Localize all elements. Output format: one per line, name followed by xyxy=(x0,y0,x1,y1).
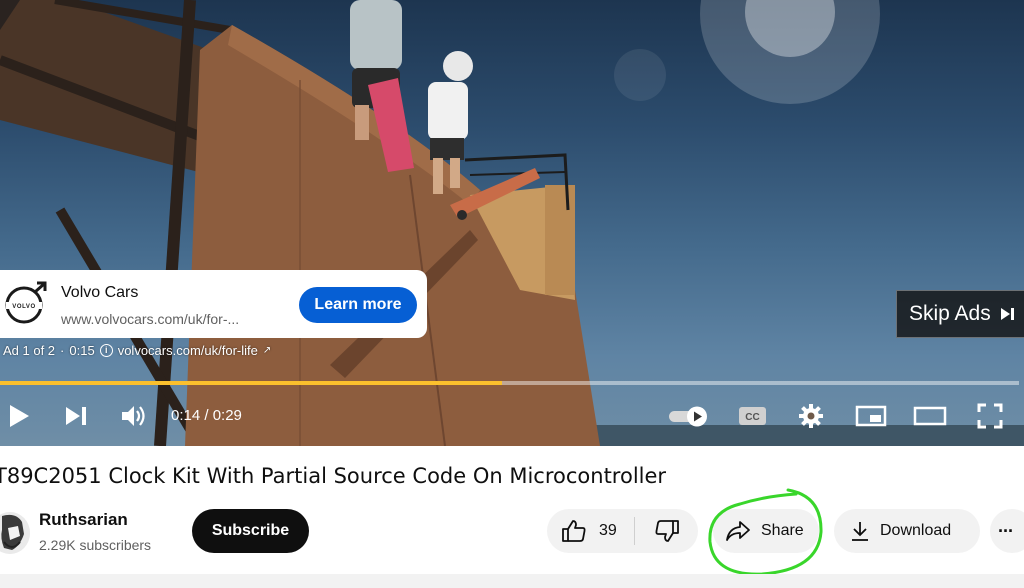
ad-card[interactable]: VOLVO Volvo Cars www.volvocars.com/uk/fo… xyxy=(0,270,427,338)
subscribe-button[interactable]: Subscribe xyxy=(192,509,309,553)
youtube-watch-page: VOLVO Volvo Cars www.volvocars.com/uk/fo… xyxy=(0,0,1024,588)
share-icon xyxy=(726,521,750,541)
info-icon[interactable]: i xyxy=(99,344,113,357)
ad-meta-link[interactable]: volvocars.com/uk/for-life xyxy=(118,343,258,358)
next-icon[interactable] xyxy=(63,402,89,430)
fullscreen-icon[interactable] xyxy=(975,402,1005,430)
volume-icon[interactable] xyxy=(120,402,148,430)
subscriber-count: 2.29K subscribers xyxy=(39,537,152,553)
download-icon xyxy=(852,522,868,541)
skip-icon xyxy=(1000,308,1014,320)
volvo-logo[interactable]: VOLVO xyxy=(0,278,52,330)
video-player[interactable]: VOLVO Volvo Cars www.volvocars.com/uk/fo… xyxy=(0,0,1024,446)
download-label: Download xyxy=(880,522,952,539)
captions-icon[interactable]: CC xyxy=(738,402,768,430)
like-button[interactable]: 39 xyxy=(547,509,634,553)
ad-meta-separator: · xyxy=(60,343,65,358)
play-icon[interactable] xyxy=(6,402,32,430)
time-display: 0:14 / 0:29 xyxy=(171,407,242,424)
video-title: T89C2051 Clock Kit With Partial Source C… xyxy=(0,464,667,488)
ad-meta: Ad 1 of 2 · 0:15 i volvocars.com/uk/for-… xyxy=(3,343,271,358)
skip-ads-label: Skip Ads xyxy=(909,302,991,325)
progress-bar-fill xyxy=(0,381,503,385)
progress-bar[interactable] xyxy=(0,381,1019,385)
more-actions-button[interactable]: ··· xyxy=(990,509,1024,553)
thumbs-up-icon xyxy=(562,520,586,542)
like-count: 39 xyxy=(599,522,617,539)
external-link-icon: ↗ xyxy=(262,345,272,356)
thumbs-down-icon xyxy=(655,520,679,542)
autoplay-toggle-icon[interactable] xyxy=(667,402,711,430)
share-label: Share xyxy=(761,522,804,539)
theater-mode-icon[interactable] xyxy=(913,402,947,430)
player-controls: 0:14 / 0:29 CC xyxy=(0,390,1024,446)
learn-more-button[interactable]: Learn more xyxy=(299,287,417,323)
ad-position: Ad 1 of 2 xyxy=(3,343,56,358)
video-frame xyxy=(0,0,1024,446)
dislike-button[interactable] xyxy=(635,509,698,553)
download-button[interactable]: Download xyxy=(834,509,980,553)
ad-advertiser-name[interactable]: Volvo Cars xyxy=(61,284,138,302)
volvo-logo-text: VOLVO xyxy=(12,304,36,310)
channel-name[interactable]: Ruthsarian xyxy=(39,510,128,530)
share-button[interactable]: Share xyxy=(713,509,819,553)
more-icon: ··· xyxy=(998,520,1014,541)
like-dislike-group: 39 xyxy=(547,509,698,553)
miniplayer-icon[interactable] xyxy=(855,402,887,430)
ad-url[interactable]: www.volvocars.com/uk/for-... xyxy=(61,311,275,327)
ad-duration: 0:15 xyxy=(69,343,95,358)
avatar[interactable] xyxy=(0,512,30,554)
captions-label: CC xyxy=(745,412,759,423)
settings-icon[interactable] xyxy=(797,402,825,430)
page-bottom-strip xyxy=(0,574,1024,588)
skip-ads-button[interactable]: Skip Ads xyxy=(896,290,1024,338)
